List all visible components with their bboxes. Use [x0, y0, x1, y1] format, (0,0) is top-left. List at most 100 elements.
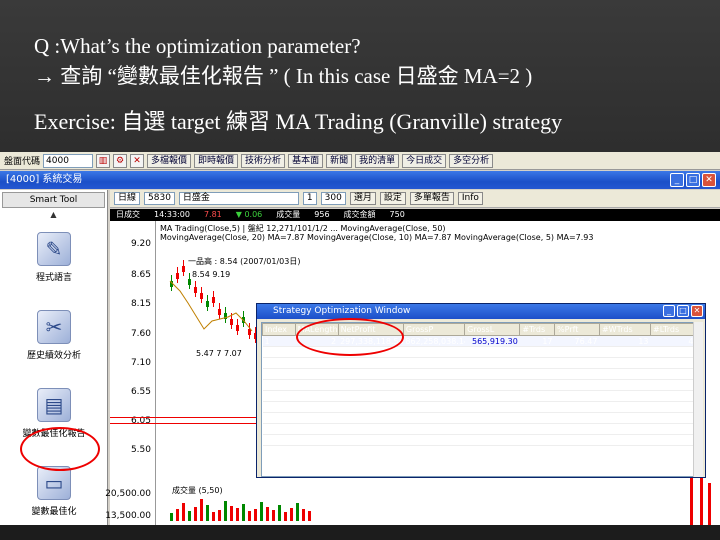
- quote-amount: 750: [389, 210, 405, 219]
- table-cell: 4: [295, 390, 339, 402]
- volume-bar: [176, 509, 179, 521]
- maximize-icon[interactable]: □: [686, 173, 700, 187]
- toolbar-button-7[interactable]: 今日成交: [402, 153, 447, 168]
- stock-name-field[interactable]: 日盛金: [178, 192, 299, 205]
- table-cell: 808,610.00: [464, 434, 520, 446]
- volume-bar: [302, 509, 305, 521]
- close-icon[interactable]: ✕: [702, 173, 716, 187]
- answer-line: → 查詢 “變數最佳化報告 ” ( In this case 日盛金 MA=2 …: [34, 60, 532, 90]
- period-select[interactable]: 日線: [114, 192, 141, 205]
- table-cell: 53.33: [554, 346, 600, 358]
- table-row[interactable]: 4 1 119,087,122.17 715,173,246.97 596,086.00…: [262, 368, 694, 380]
- select-month-button[interactable]: 選月: [349, 192, 376, 205]
- table-cell: 14: [295, 434, 339, 446]
- table-cell: 11: [519, 434, 555, 446]
- table-cell: 740,550.38: [464, 401, 520, 413]
- toolbar-button-3[interactable]: 技術分析: [241, 153, 286, 168]
- volume-bars: [170, 471, 711, 525]
- candle-body: [188, 279, 191, 285]
- table-cell: 3: [295, 379, 339, 391]
- table-row[interactable]: 6 4 71,927,511.32 586,910,022.83 514,014.07 1…: [262, 390, 694, 402]
- candle-body: [182, 266, 185, 272]
- info-button[interactable]: Info: [457, 192, 483, 205]
- toolbar-button-2[interactable]: 即時報價: [194, 153, 239, 168]
- table-cell: 17: [519, 390, 555, 402]
- table-cell: 4: [650, 335, 694, 347]
- column-header-ltrds[interactable]: #LTrds: [650, 323, 694, 336]
- table-cell: 596,086.00: [464, 368, 520, 380]
- toolbar-button-1[interactable]: 多檔報價: [147, 153, 192, 168]
- minimize-icon[interactable]: _: [663, 305, 675, 317]
- column-header-wtrds[interactable]: #WTrds: [598, 323, 652, 336]
- table-cell: 406,110.07: [464, 412, 520, 424]
- table-cell: 7: [650, 379, 694, 391]
- bars-field[interactable]: 300: [320, 192, 346, 205]
- settings-icon[interactable]: ⚙: [113, 153, 128, 168]
- volume-bar: [284, 512, 287, 521]
- sidebar-item-program[interactable]: ✎ 程式語言: [0, 232, 108, 283]
- vertical-scrollbar[interactable]: [693, 322, 703, 477]
- table-cell: 11: [650, 412, 694, 424]
- table-row[interactable]: 8 11 92,761,734.33 716,831,860.54 406,110.07…: [262, 412, 694, 424]
- toolbar-button-8[interactable]: 多空分析: [449, 153, 494, 168]
- candle-body: [206, 301, 209, 307]
- volume-bar: [296, 503, 299, 521]
- table-cell: 837,272,000.63: [403, 423, 465, 435]
- volume-bar: [242, 504, 245, 521]
- toolbar-button-5[interactable]: 新聞: [326, 153, 353, 168]
- column-header-index[interactable]: Index: [262, 323, 296, 336]
- candle-body: [230, 319, 233, 325]
- settings-button[interactable]: 設定: [379, 192, 406, 205]
- quote-volume-label: 成交量: [276, 210, 301, 219]
- close-icon[interactable]: ✕: [691, 305, 703, 317]
- table-cell: 10: [599, 390, 651, 402]
- sidebar-item-performance[interactable]: ✂ 歷史績效分析: [0, 310, 108, 361]
- volume-bar: [700, 477, 703, 525]
- column-header-prft[interactable]: %Prft: [554, 323, 600, 336]
- table-cell: 715,173,246.97: [403, 368, 465, 380]
- maximize-icon[interactable]: □: [677, 305, 689, 317]
- table-cell: 862,258,038.14: [403, 335, 465, 347]
- table-row[interactable]: 9 9 47,050,769.33 837,272,000.63 790,221.82 2…: [262, 423, 694, 435]
- table-row[interactable]: 3 5 141,952,698.59 292,658.39 0.00 2 100.00 2 0: [262, 357, 694, 369]
- table-row[interactable]: 7 13 81,021,120.59 741,950,971.12 740,550.38…: [262, 401, 694, 413]
- toolbar-button-6[interactable]: 我的清單: [355, 153, 400, 168]
- smart-tool-sidebar: Smart Tool ▲ ✎ 程式語言 ✂ 歷史績效分析 ▤ 變數最佳化報告 ▭…: [0, 190, 108, 525]
- exercise-line: Exercise: 自選 target 練習 MA Trading (Granv…: [34, 109, 563, 134]
- table-cell: 565,919.30: [464, 335, 520, 347]
- table-cell: 16: [650, 401, 694, 413]
- table-row[interactable]: 10 14 72,410,017.00 881,020,028.85 808,610.0…: [262, 434, 694, 446]
- table-row[interactable]: 5 3 131,083,989.59 530,953,300.52 468,915.95…: [262, 379, 694, 391]
- column-header-grossp[interactable]: GrossP: [402, 323, 466, 336]
- minimize-icon[interactable]: _: [670, 173, 684, 187]
- arrow-icon: →: [34, 64, 55, 88]
- sidebar-item-optimization[interactable]: ▭ 變數最佳化: [0, 466, 108, 517]
- table-cell: 10: [262, 434, 296, 446]
- volume-bar: [708, 483, 711, 525]
- count-select[interactable]: 5830: [144, 192, 175, 205]
- table-cell: 790,221.82: [464, 423, 520, 435]
- volume-bar: [212, 512, 215, 521]
- table-cell: 9: [599, 423, 651, 435]
- table-cell: 9: [262, 423, 296, 435]
- close-icon[interactable]: ✕: [130, 153, 145, 168]
- table-cell: 18: [519, 412, 555, 424]
- scroll-up-icon[interactable]: ▲: [0, 210, 107, 220]
- quote-strip: 日成交 14:33:00 7.81 ▼ 0.06 成交量 956 成交金額 75…: [110, 209, 720, 221]
- candle-body: [176, 273, 179, 279]
- volume-bar: [182, 503, 185, 521]
- highlight-circle-sidebar: [20, 427, 100, 471]
- zoom-field[interactable]: 1: [302, 192, 317, 205]
- bar-chart-icon[interactable]: ▥: [96, 153, 111, 168]
- table-cell: 43.75: [554, 368, 600, 380]
- table-cell: 1: [262, 335, 296, 347]
- window-title: [4000] 系統交易: [6, 174, 83, 185]
- stock-code-input[interactable]: 4000: [43, 153, 94, 168]
- toolbar-button-4[interactable]: 基本面: [288, 153, 324, 168]
- long-report-button[interactable]: 多單報告: [409, 192, 454, 205]
- table-cell: 141,952,698.59: [338, 357, 404, 369]
- volume-bar: [200, 499, 203, 521]
- column-header-grossl[interactable]: GrossL: [464, 323, 521, 336]
- column-header-trds[interactable]: #Trds: [519, 323, 556, 336]
- chart-toolbar: 日線 5830 日盛金 1 300 選月 設定 多單報告 Info: [110, 190, 720, 208]
